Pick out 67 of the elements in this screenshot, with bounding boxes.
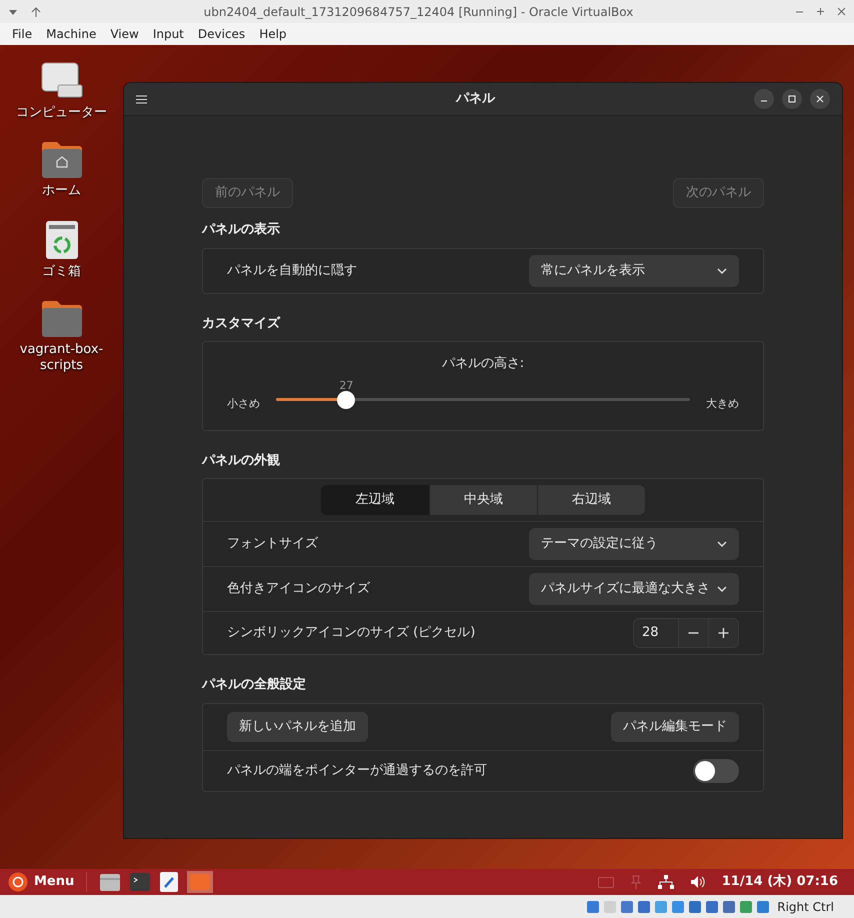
desktop-icon-label[interactable]: コンピューター [14,105,110,122]
row-label: パネルの端をポインターが通過するのを許可 [227,762,487,780]
device-status-icon[interactable] [722,900,736,914]
tab[interactable]: 右辺域 [537,485,645,515]
maximize-icon[interactable] [782,89,802,109]
device-status-icon[interactable] [671,900,686,914]
menu-item[interactable]: View [110,25,139,43]
device-status-icon[interactable] [739,900,754,914]
menu-icon[interactable] [136,94,147,104]
folder-icon[interactable] [99,872,122,892]
menu-item[interactable]: Input [152,25,184,43]
section-title: パネルの全般設定 [202,676,307,694]
device-status-icon[interactable] [637,900,652,914]
up-arrow-icon[interactable] [30,6,42,16]
menu-item[interactable]: Devices [198,25,246,43]
dropdown[interactable]: パネルサイズに最適な大きさ [529,573,739,605]
network-icon[interactable] [658,875,674,889]
menu-button[interactable]: Menu [8,872,88,892]
desktop-icon-label[interactable]: ゴミ箱 [14,264,110,280]
menu-item[interactable]: Help [259,25,287,43]
trash-icon [44,220,78,260]
device-status-icon[interactable] [620,900,634,914]
next-button[interactable]: 次のパネル [673,178,764,208]
device-status-icon[interactable] [688,900,702,914]
volume-icon[interactable] [690,875,706,889]
chevron-down-icon [717,268,727,274]
menu-item[interactable]: Machine [46,25,96,43]
host-key-label: Right Ctrl [777,898,834,916]
previous-button[interactable]: 前のパネル [202,178,293,208]
text-editor-icon[interactable] [159,871,180,893]
slider-value: 27 [339,378,354,394]
tab[interactable]: 中央域 [429,485,537,515]
row-label: シンボリックアイコンのサイズ (ピクセル) [227,624,476,642]
home-folder-icon [40,141,82,180]
logo-icon [8,872,28,892]
desktop-icon-label[interactable]: ホーム [14,183,110,200]
close-icon[interactable] [810,89,830,109]
dropdown-arrow-icon[interactable] [8,8,18,16]
chevron-down-icon [717,541,727,547]
section-title: パネルの外観 [202,452,281,470]
dialog-title: パネル [454,90,496,108]
desktop-icon-label[interactable]: vagrant-box-scripts [14,342,110,374]
section-title: カスタマイズ [202,314,282,332]
device-status-icon[interactable] [586,900,600,914]
slider-title: パネルの高さ: [442,355,524,373]
slider-thumb[interactable] [337,390,356,408]
menu-item[interactable]: File [12,25,32,43]
window-title: ubn2404_default_1731209684757_12404 [Running] - Oracle VirtualBox [202,4,634,20]
tab[interactable]: 左辺域 [321,485,429,515]
device-status-icon[interactable] [705,900,720,914]
row-label: フォントサイズ [227,535,318,554]
clock[interactable]: 11/14 (木) 07:16 [722,872,846,892]
dropdown[interactable]: 常にパネルを表示 [529,254,739,286]
slider-min-label: 小さめ [227,396,260,412]
action-button[interactable]: 新しいパネルを追加 [227,712,368,742]
device-status-icon[interactable] [654,900,668,914]
device-status-icon[interactable] [756,900,770,914]
toggle-switch[interactable] [693,758,739,782]
slider-max-label: 大きめ [706,396,739,412]
chevron-down-icon [717,586,727,592]
action-button[interactable]: パネル編集モード [611,712,739,742]
row-label: 色付きアイコンのサイズ [227,580,370,598]
close-icon[interactable] [837,7,846,16]
folder-icon [40,300,82,338]
dropdown[interactable]: テーマの設定に従う [529,528,739,560]
section-title: パネルの表示 [202,221,281,239]
row-label: パネルを自動的に隠す [227,262,357,280]
